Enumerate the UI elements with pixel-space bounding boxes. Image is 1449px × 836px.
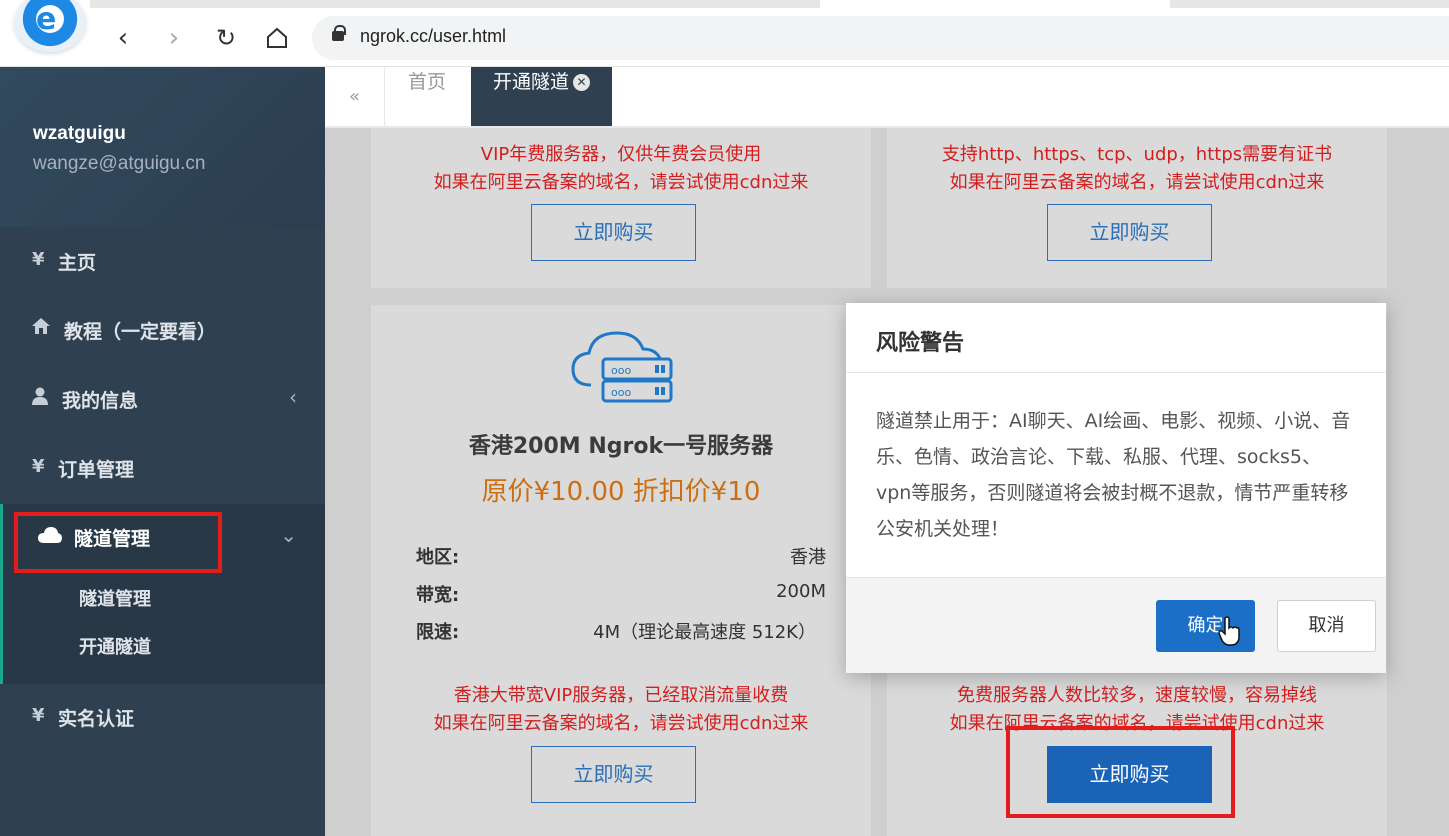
browser-toolbar: e ‹ › ↻ ngrok.cc/user.html — [0, 0, 1449, 67]
annotation-highlight-box — [14, 512, 222, 573]
sidebar-item-label: 实名认证 — [58, 708, 135, 730]
browser-logo-icon[interactable]: e — [14, 0, 86, 52]
server-card-hk: ooo ooo 香港200M Ngrok一号服务器 原价¥10.00 折扣价¥1… — [371, 305, 871, 836]
lock-icon — [332, 25, 346, 41]
profile-username[interactable]: wzatguigu — [33, 123, 325, 145]
chevron-down-icon: ⌄ — [280, 523, 297, 547]
tabs-scroll-left-icon[interactable]: « — [325, 67, 385, 126]
address-url[interactable]: ngrok.cc/user.html — [360, 26, 506, 47]
cancel-button[interactable]: 取消 — [1277, 600, 1376, 652]
home-icon — [32, 318, 52, 339]
yen-icon: ¥ — [32, 705, 45, 726]
tab-open-tunnel[interactable]: 开通隧道 ✕ — [471, 67, 613, 126]
sidebar-item-orders[interactable]: ¥ 订单管理 — [0, 438, 325, 498]
sidebar-item-my-info[interactable]: 我的信息 ‹ — [0, 369, 325, 429]
svg-text:ooo: ooo — [611, 386, 631, 399]
sidebar-item-label: 订单管理 — [58, 459, 135, 481]
browser-active-tab[interactable] — [820, 0, 1170, 8]
profile-email: wangze@atguigu.cn — [33, 153, 206, 174]
card-note: 如果在阿里云备案的域名，请尝试使用cdn过来 — [949, 172, 1325, 193]
server-card: VIP年费服务器，仅供年费会员使用 如果在阿里云备案的域名，请尝试使用cdn过来… — [371, 128, 871, 288]
main-content: VIP年费服务器，仅供年费会员使用 如果在阿里云备案的域名，请尝试使用cdn过来… — [325, 128, 1449, 836]
profile-panel: wzatguigu wangze@atguigu.cn — [0, 67, 325, 227]
card-note: 免费服务器人数比较多，速度较慢，容易掉线 — [957, 685, 1317, 706]
card-note: VIP年费服务器，仅供年费会员使用 — [480, 144, 762, 165]
spec-row: 带宽: 200M — [416, 581, 826, 607]
card-note: 香港大带宽VIP服务器，已经取消流量收费 — [453, 685, 789, 706]
spec-value: 200M — [776, 581, 826, 602]
card-title: 香港200M Ngrok一号服务器 — [468, 434, 774, 459]
spec-key: 带宽: — [416, 585, 460, 606]
spec-row: 地区: 香港 — [416, 543, 826, 569]
sidebar-item-label: 主页 — [58, 252, 97, 274]
spec-row: 限速: 4M（理论最高速度 512K） — [416, 618, 826, 644]
spec-value: 4M（理论最高速度 512K） — [593, 622, 816, 643]
sidebar: wzatguigu wangze@atguigu.cn ¥ 主页 教程（一定要看… — [0, 67, 325, 836]
card-note: 如果在阿里云备案的域名，请尝试使用cdn过来 — [433, 172, 809, 193]
sidebar-item-realname[interactable]: ¥ 实名认证 — [0, 687, 325, 747]
user-icon — [32, 387, 52, 410]
card-note: 支持http、https、tcp、udp，https需要有证书 — [941, 144, 1333, 165]
sidebar-subitem-tunnel-manage[interactable]: 隧道管理 — [79, 585, 151, 611]
tab-home[interactable]: 首页 — [386, 67, 468, 126]
reload-icon[interactable]: ↻ — [210, 22, 242, 54]
back-arrow-icon[interactable]: ‹ — [107, 22, 139, 54]
dialog-message: 隧道禁止用于：AI聊天、AI绘画、电影、视频、小说、音乐、色情、政治言论、下载、… — [846, 373, 1386, 578]
dialog-title: 风险警告 — [846, 303, 1386, 373]
spec-key: 地区: — [416, 547, 460, 568]
hand-cursor-icon — [1218, 616, 1240, 646]
home-button-icon[interactable] — [261, 22, 293, 54]
browser-logo-glyph: e — [36, 2, 57, 37]
card-note: 如果在阿里云备案的域名，请尝试使用cdn过来 — [433, 713, 809, 734]
dialog-footer: 确定 取消 — [846, 578, 1386, 673]
spec-key: 限速: — [416, 622, 460, 643]
content-tabs-bar: « 首页 开通隧道 ✕ — [325, 67, 1449, 128]
chevron-left-icon: ‹ — [289, 385, 297, 409]
tab-label: 开通隧道 — [493, 71, 570, 93]
buy-button[interactable]: 立即购买 — [1047, 204, 1212, 261]
buy-button[interactable]: 立即购买 — [531, 746, 696, 803]
sidebar-item-tutorial[interactable]: 教程（一定要看） — [0, 300, 325, 360]
server-card: 支持http、https、tcp、udp，https需要有证书 如果在阿里云备案… — [887, 128, 1387, 288]
sidebar-item-home[interactable]: ¥ 主页 — [0, 231, 325, 291]
sidebar-item-label: 教程（一定要看） — [64, 321, 217, 343]
address-bar[interactable]: ngrok.cc/user.html — [312, 16, 1449, 60]
annotation-highlight-box — [1006, 726, 1235, 818]
confirm-button[interactable]: 确定 — [1156, 600, 1255, 652]
close-icon[interactable]: ✕ — [573, 74, 591, 91]
sidebar-subitem-open-tunnel[interactable]: 开通隧道 — [79, 633, 151, 659]
browser-tab-strip — [90, 0, 1449, 8]
yen-icon: ¥ — [32, 249, 45, 270]
spec-value: 香港 — [790, 547, 826, 568]
risk-warning-dialog: 风险警告 隧道禁止用于：AI聊天、AI绘画、电影、视频、小说、音乐、色情、政治言… — [846, 303, 1386, 673]
yen-icon: ¥ — [32, 456, 45, 477]
buy-button[interactable]: 立即购买 — [531, 204, 696, 261]
card-price: 原价¥10.00 折扣价¥10 — [481, 477, 761, 507]
sidebar-item-label: 我的信息 — [62, 390, 139, 412]
server-cloud-icon: ooo ooo — [571, 331, 673, 403]
forward-arrow-icon[interactable]: › — [158, 22, 190, 54]
svg-text:ooo: ooo — [611, 364, 631, 377]
